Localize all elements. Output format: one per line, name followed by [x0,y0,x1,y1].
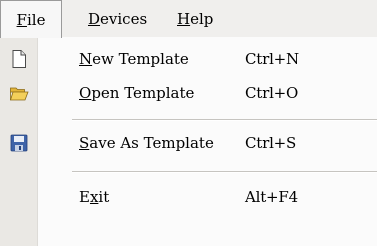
label-rest: pen Template [91,84,195,102]
menu-file-accel: F [16,11,27,29]
menu-file[interactable]: File [0,0,62,38]
menu-item-exit[interactable]: Exit Alt+F4 [0,180,377,214]
menu-item-shortcut: Ctrl+S [245,134,297,152]
menu-item-label: Open Template [79,76,194,110]
new-document-icon [9,49,29,69]
menu-item-save-as-template[interactable]: Save As Template Ctrl+S [0,126,377,160]
menu-separator [72,119,377,121]
menu-item-label: New Template [79,42,189,76]
menu-item-label: Exit [79,180,109,214]
menu-devices-accel: D [88,10,101,28]
menu-devices[interactable]: Devices [88,8,147,30]
menu-separator [72,171,377,173]
menu-devices-rest: evices [100,10,148,28]
label-accel: S [79,134,90,152]
menu-help-accel: H [177,10,191,28]
menu-item-label: Save As Template [79,126,214,160]
label-rest: it [98,188,110,206]
label-rest: ew Template [92,50,189,68]
file-dropdown-menu: New Template Ctrl+N Open Template Ctrl+O… [0,37,377,246]
menu-file-rest: ile [26,11,46,29]
menu-item-shortcut: Ctrl+N [245,50,299,68]
menu-item-shortcut: Alt+F4 [245,188,298,206]
save-floppy-icon [9,133,29,153]
menu-item-open-template[interactable]: Open Template Ctrl+O [0,76,377,110]
menu-bar: File Devices Help [0,0,377,39]
open-folder-icon [9,83,29,103]
label-pre: E [79,188,90,206]
menu-help-rest: elp [190,10,214,28]
label-accel: N [79,50,93,68]
label-accel: O [79,84,92,102]
menu-item-shortcut: Ctrl+O [245,84,299,102]
menu-item-new-template[interactable]: New Template Ctrl+N [0,42,377,76]
label-rest: ave As Template [89,134,214,152]
menu-help[interactable]: Help [177,8,213,30]
